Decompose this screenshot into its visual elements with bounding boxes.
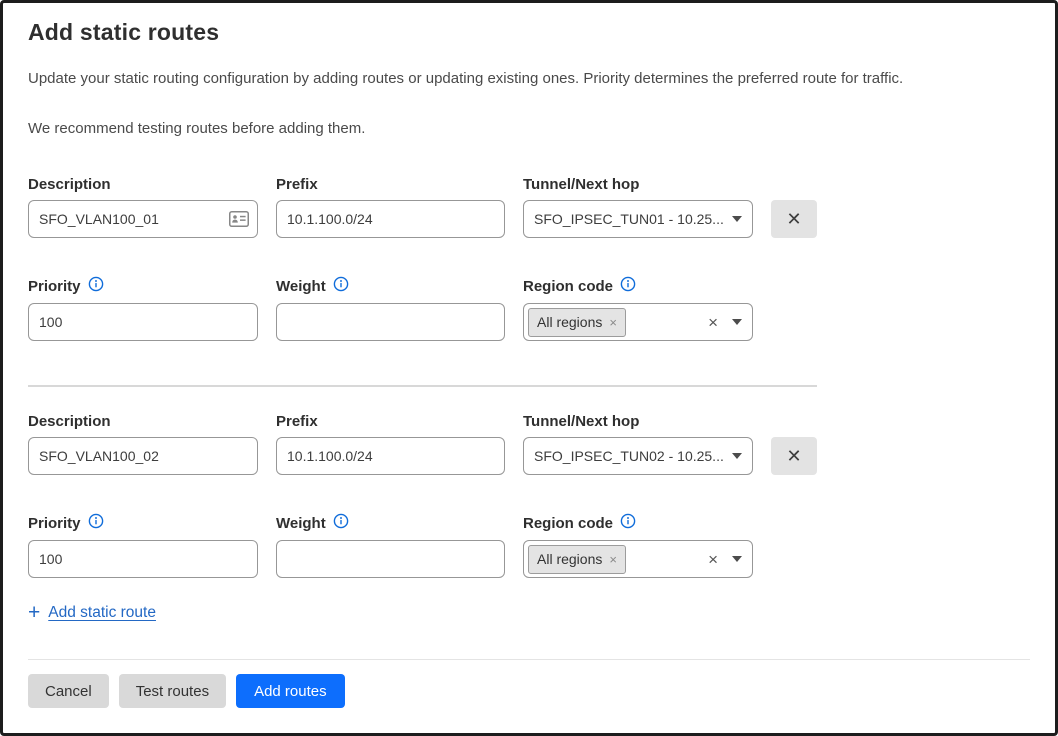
dialog-recommendation-text: We recommend testing routes before addin… [28, 119, 1030, 139]
description-field: Description [28, 176, 258, 238]
description-input-shell [28, 200, 258, 238]
priority-input[interactable] [28, 303, 258, 341]
clear-selection-icon[interactable]: × [708, 314, 718, 331]
chevron-down-icon [732, 556, 742, 562]
add-static-routes-dialog: Add static routes Update your static rou… [0, 0, 1058, 736]
weight-input[interactable] [276, 303, 505, 341]
clear-selection-icon[interactable]: × [708, 551, 718, 568]
tunnel-field: Tunnel/Next hop SFO_IPSEC_TUN01 - 10.25.… [523, 176, 753, 238]
add-static-route-link[interactable]: Add static route [48, 604, 156, 622]
priority-field: Priority [28, 276, 258, 341]
priority-field: Priority [28, 513, 258, 578]
chevron-down-icon [732, 453, 742, 459]
priority-input[interactable] [28, 540, 258, 578]
priority-label: Priority [28, 515, 81, 532]
region-code-field: Region code All regions × × [523, 276, 753, 341]
region-chip-label: All regions [537, 551, 602, 567]
tunnel-next-hop-label: Tunnel/Next hop [523, 413, 639, 430]
plus-icon: + [28, 602, 40, 623]
info-icon[interactable] [333, 276, 349, 296]
tunnel-next-hop-label: Tunnel/Next hop [523, 176, 639, 193]
region-select[interactable]: All regions × × [523, 303, 753, 341]
info-icon[interactable] [88, 513, 104, 533]
remove-route-button[interactable]: ✕ [771, 437, 817, 475]
region-chip: All regions × [528, 545, 626, 574]
description-input[interactable] [28, 437, 258, 475]
description-label: Description [28, 413, 111, 430]
route-group-1: Description [28, 176, 1030, 341]
weight-field: Weight [276, 276, 505, 341]
prefix-input[interactable] [276, 437, 505, 475]
page-title: Add static routes [28, 17, 1030, 48]
tunnel-select[interactable]: SFO_IPSEC_TUN01 - 10.25... [523, 200, 753, 238]
test-routes-button[interactable]: Test routes [119, 674, 226, 708]
weight-label: Weight [276, 515, 326, 532]
route-group-2: Description Prefix Tunnel/Next hop SFO_I… [28, 413, 1030, 578]
info-icon[interactable] [620, 276, 636, 296]
info-icon[interactable] [620, 513, 636, 533]
footer-divider [28, 659, 1030, 660]
prefix-field: Prefix [276, 176, 505, 238]
tunnel-select-value: SFO_IPSEC_TUN01 - 10.25... [534, 211, 724, 227]
weight-label: Weight [276, 278, 326, 295]
region-select[interactable]: All regions × × [523, 540, 753, 578]
info-icon[interactable] [333, 513, 349, 533]
chip-remove-icon[interactable]: × [609, 316, 617, 329]
tunnel-field: Tunnel/Next hop SFO_IPSEC_TUN02 - 10.25.… [523, 413, 753, 475]
footer-actions: Cancel Test routes Add routes [28, 674, 1030, 708]
description-input[interactable] [28, 200, 258, 238]
chevron-down-icon [732, 216, 742, 222]
route-group-divider [28, 385, 817, 387]
region-code-label: Region code [523, 278, 613, 295]
tunnel-select[interactable]: SFO_IPSEC_TUN02 - 10.25... [523, 437, 753, 475]
cancel-button[interactable]: Cancel [28, 674, 109, 708]
close-icon: ✕ [786, 447, 801, 465]
close-icon: ✕ [786, 210, 801, 228]
add-static-route-row: + Add static route [28, 602, 1030, 623]
chip-remove-icon[interactable]: × [609, 553, 617, 566]
region-chip-label: All regions [537, 314, 602, 330]
prefix-label: Prefix [276, 176, 318, 193]
region-code-label: Region code [523, 515, 613, 532]
priority-label: Priority [28, 278, 81, 295]
contact-card-icon[interactable] [229, 211, 249, 227]
remove-route-button[interactable]: ✕ [771, 200, 817, 238]
dialog-intro-text: Update your static routing configuration… [28, 69, 1030, 89]
description-field: Description [28, 413, 258, 475]
prefix-label: Prefix [276, 413, 318, 430]
info-icon[interactable] [88, 276, 104, 296]
prefix-input[interactable] [276, 200, 505, 238]
weight-input[interactable] [276, 540, 505, 578]
weight-field: Weight [276, 513, 505, 578]
region-code-field: Region code All regions × × [523, 513, 753, 578]
chevron-down-icon [732, 319, 742, 325]
tunnel-select-value: SFO_IPSEC_TUN02 - 10.25... [534, 448, 724, 464]
add-routes-button[interactable]: Add routes [236, 674, 345, 708]
region-chip: All regions × [528, 308, 626, 337]
description-label: Description [28, 176, 111, 193]
prefix-field: Prefix [276, 413, 505, 475]
